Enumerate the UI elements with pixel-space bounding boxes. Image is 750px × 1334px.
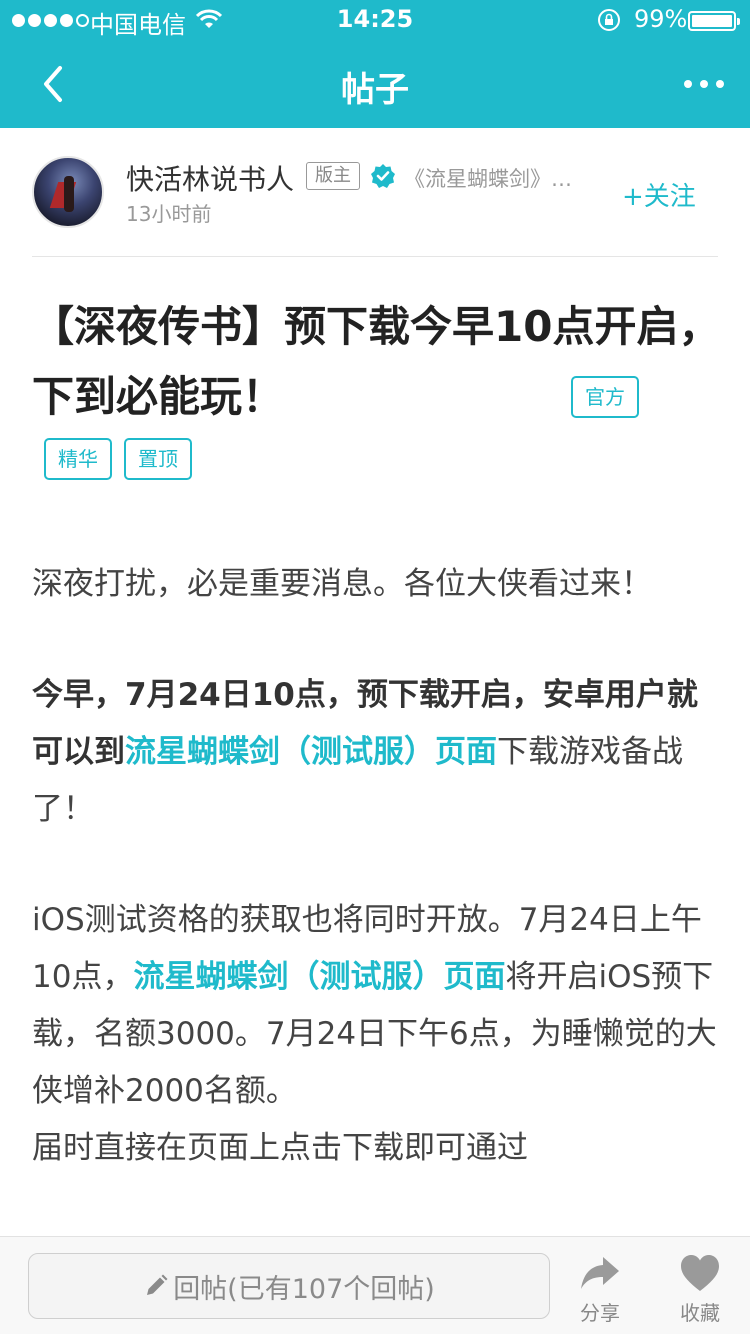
share-button[interactable]: 分享 [560,1245,640,1331]
follow-button[interactable]: +关注 [622,176,696,213]
page-title: 帖子 [341,70,409,110]
battery-icon [688,11,740,31]
test-server-link-2[interactable]: 流星蝴蝶剑（测试服）页面 [133,959,505,995]
paragraph-1: 深夜打扰，必是重要消息。各位大侠看过来！ [32,566,652,602]
paragraph-3: iOS测试资格的获取也将同时开放。7月24日上午10点，流星蝴蝶剑（测试服）页面… [32,892,722,1120]
avatar[interactable] [32,156,104,228]
tag-pinned: 置顶 [124,438,192,480]
highlight-date: 今早，7月24日10点 [32,677,326,713]
paragraph-2: 今早，7月24日10点，预下载开启，安卓用户就可以到流星蝴蝶剑（测试服）页面下载… [32,667,722,838]
bottom-bar: 回帖(已有107个回帖) 分享 收藏 [0,1236,750,1334]
tag-featured: 精华 [44,438,112,480]
status-bar: 中国电信 14:25 99% [0,0,750,40]
nav-bar: 帖子 [0,40,750,128]
game-name[interactable]: 《流星蝴蝶剑》… [404,163,580,193]
share-icon [581,1257,619,1289]
favorite-button[interactable]: 收藏 [660,1245,740,1331]
author-row: 快活林说书人 版主 《流星蝴蝶剑》… 13小时前 +关注 [0,128,750,258]
more-icon[interactable] [684,70,724,98]
reply-input[interactable]: 回帖(已有107个回帖) [28,1253,550,1319]
paragraph-4: 届时直接在页面上点击下载即可通过 [32,1130,528,1166]
header: 中国电信 14:25 99% 帖子 [0,0,750,128]
heart-icon [681,1255,719,1291]
verified-icon [371,164,395,188]
rotation-lock-icon [598,9,620,31]
post-body: 深夜打扰，必是重要消息。各位大侠看过来！ 今早，7月24日10点，预下载开启，安… [32,556,722,1177]
reply-placeholder: 回帖(已有107个回帖) [173,1273,435,1305]
favorite-label: 收藏 [680,1301,720,1325]
share-label: 分享 [580,1301,620,1325]
moderator-badge: 版主 [306,162,360,190]
pencil-icon [147,1274,168,1295]
divider [32,256,718,257]
post-time: 13小时前 [126,202,212,226]
tag-official: 官方 [571,376,639,418]
author-name[interactable]: 快活林说书人 [126,158,294,198]
test-server-link[interactable]: 流星蝴蝶剑（测试服）页面 [125,734,497,770]
battery-percent: 99% [634,5,688,33]
